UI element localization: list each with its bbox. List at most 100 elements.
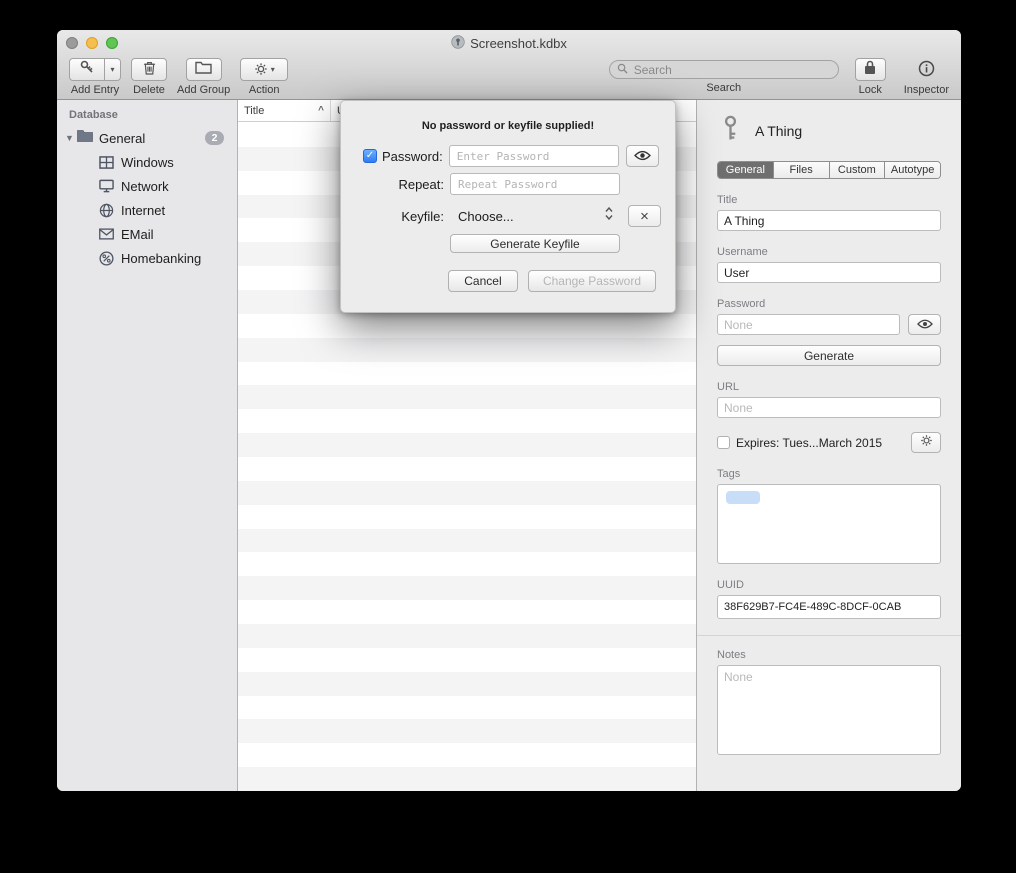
trash-icon — [143, 60, 156, 80]
add-entry-label: Add Entry — [71, 84, 119, 96]
key-plus-icon — [79, 59, 95, 80]
password-dialog: No password or keyfile supplied! ✓ Passw… — [340, 100, 676, 313]
table-row[interactable] — [238, 696, 696, 720]
delete-button[interactable] — [131, 58, 167, 81]
table-row[interactable] — [238, 481, 696, 505]
sort-ascending-icon: ^ — [318, 105, 324, 116]
tags-field-label: Tags — [717, 468, 941, 480]
show-password-button[interactable] — [908, 314, 941, 335]
tags-box[interactable] — [717, 484, 941, 564]
expires-label: Expires: Tues...March 2015 — [736, 436, 911, 450]
table-row[interactable] — [238, 385, 696, 409]
search-input[interactable] — [632, 62, 831, 78]
expires-row: Expires: Tues...March 2015 — [717, 432, 941, 453]
action-label: Action — [249, 84, 280, 96]
column-header-title[interactable]: Title ^ — [238, 100, 331, 121]
table-row[interactable] — [238, 338, 696, 362]
add-group-button[interactable] — [186, 58, 222, 81]
eye-icon — [634, 148, 651, 165]
table-row[interactable] — [238, 433, 696, 457]
clear-keyfile-button[interactable]: × — [628, 205, 661, 227]
sidebar-item-homebanking[interactable]: Homebanking — [57, 246, 237, 270]
table-row[interactable] — [238, 529, 696, 553]
entry-count-badge: 2 — [205, 131, 224, 145]
network-icon — [97, 179, 115, 193]
sidebar-group-general[interactable]: ▼ General 2 — [57, 126, 237, 150]
sidebar-item-email[interactable]: EMail — [57, 222, 237, 246]
url-field[interactable] — [717, 397, 941, 418]
tab-custom[interactable]: Custom — [830, 162, 886, 178]
inspector-toolbar-item: Inspector — [904, 58, 949, 96]
titlebar: Screenshot.kdbx — [57, 30, 961, 56]
document-icon — [451, 35, 465, 52]
checkmark-icon: ✓ — [366, 150, 374, 161]
title-field-label: Title — [717, 194, 941, 206]
search-field[interactable] — [609, 60, 839, 79]
gear-icon — [920, 434, 933, 452]
action-button[interactable]: ▾ — [240, 58, 288, 81]
add-entry-dropdown-button[interactable]: ▾ — [105, 58, 121, 81]
cancel-button[interactable]: Cancel — [448, 270, 518, 292]
expires-checkbox[interactable] — [717, 436, 730, 449]
key-icon — [719, 114, 742, 147]
table-row[interactable] — [238, 767, 696, 791]
password-checkbox[interactable]: ✓ — [363, 149, 377, 163]
table-row[interactable] — [238, 648, 696, 672]
notes-field-label: Notes — [717, 649, 941, 661]
expires-settings-button[interactable] — [911, 432, 941, 453]
tab-general[interactable]: General — [718, 162, 774, 178]
tab-files[interactable]: Files — [774, 162, 830, 178]
notes-field[interactable] — [717, 665, 941, 755]
table-row[interactable] — [238, 552, 696, 576]
add-entry-button[interactable] — [69, 58, 105, 81]
keyfile-popup-button[interactable]: Choose... — [450, 205, 621, 227]
table-row[interactable] — [238, 409, 696, 433]
table-row[interactable] — [238, 624, 696, 648]
folder-icon — [77, 129, 93, 147]
app-window: Screenshot.kdbx ▾ Add Entry — [57, 30, 961, 791]
tag-pill[interactable] — [726, 491, 760, 504]
action-toolbar-item: ▾ Action — [240, 58, 288, 96]
change-password-button[interactable]: Change Password — [528, 270, 656, 292]
gear-icon — [254, 62, 268, 78]
sidebar-item-network[interactable]: Network — [57, 174, 237, 198]
search-toolbar-item: Search — [609, 58, 839, 94]
table-row[interactable] — [238, 672, 696, 696]
dialog-show-password-button[interactable] — [626, 145, 659, 167]
password-field[interactable] — [717, 314, 900, 335]
inspector-button[interactable] — [918, 61, 935, 81]
username-field[interactable] — [717, 262, 941, 283]
dialog-password-input[interactable] — [449, 145, 619, 167]
table-row[interactable] — [238, 743, 696, 767]
table-row[interactable] — [238, 457, 696, 481]
tab-autotype[interactable]: Autotype — [885, 162, 940, 178]
sidebar-item-internet[interactable]: Internet — [57, 198, 237, 222]
dialog-repeat-label: Repeat: — [341, 177, 444, 192]
table-row[interactable] — [238, 362, 696, 386]
table-row[interactable] — [238, 719, 696, 743]
disclosure-triangle-icon[interactable]: ▼ — [65, 133, 77, 143]
dialog-password-label: Password: — [382, 149, 443, 164]
uuid-field[interactable] — [717, 595, 941, 619]
dialog-repeat-input[interactable] — [450, 173, 620, 195]
email-envelope-icon — [97, 228, 115, 240]
sidebar-item-windows[interactable]: Windows — [57, 150, 237, 174]
internet-globe-icon — [97, 203, 115, 218]
table-row[interactable] — [238, 314, 696, 338]
close-x-icon: × — [640, 208, 649, 225]
generate-keyfile-button[interactable]: Generate Keyfile — [450, 234, 620, 253]
table-row[interactable] — [238, 505, 696, 529]
keyfile-popup-value: Choose... — [458, 209, 605, 224]
lock-toolbar-item: Lock — [855, 58, 886, 96]
percent-coin-icon — [97, 251, 115, 266]
folder-plus-icon — [195, 60, 212, 79]
table-row[interactable] — [238, 600, 696, 624]
generate-password-button[interactable]: Generate — [717, 345, 941, 366]
dialog-keyfile-label: Keyfile: — [341, 209, 444, 224]
lock-label: Lock — [859, 84, 882, 96]
table-row[interactable] — [238, 576, 696, 600]
title-field[interactable] — [717, 210, 941, 231]
desktop: { "window": { "title": "Screenshot.kdbx"… — [0, 0, 1016, 873]
sidebar: Database ▼ General 2 Windows Network — [57, 100, 238, 791]
lock-button[interactable] — [855, 58, 886, 81]
